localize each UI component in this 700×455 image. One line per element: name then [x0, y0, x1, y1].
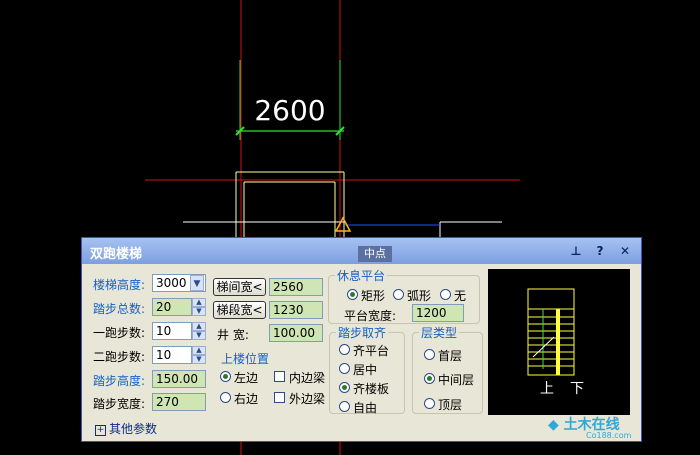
align-slab-radio[interactable]: [339, 382, 350, 393]
preview-landing: [527, 288, 575, 310]
rect-radio[interactable]: [347, 289, 358, 300]
pin-icon[interactable]: ⊥: [568, 243, 584, 259]
total-steps-label: 踏步总数:: [93, 302, 146, 316]
floor-first-label: 首层: [438, 349, 463, 363]
preview-up-label: 上: [540, 381, 554, 397]
landing-width-label: 平台宽度:: [344, 309, 397, 323]
second-run-steps-label: 二跑步数:: [93, 350, 146, 364]
flight-width-input[interactable]: 1230: [269, 301, 323, 319]
spin-up-icon[interactable]: ▲: [192, 298, 206, 307]
well-width-input[interactable]: 100.00: [269, 324, 323, 342]
floor-middle-label: 中间层: [438, 373, 475, 387]
flight-width-button[interactable]: 梯段宽<: [213, 301, 266, 319]
preview-outline: [527, 288, 575, 376]
other-params-label: 其他参数: [109, 422, 158, 436]
well-width-label: 井 宽:: [217, 328, 249, 342]
step-align-title: 踏步取齐: [336, 324, 389, 341]
spin-down-icon[interactable]: ▼: [192, 355, 206, 364]
rect-label: 矩形: [361, 289, 386, 303]
floor-type-title: 层类型: [419, 324, 460, 341]
stair-height-label: 楼梯高度:: [93, 278, 146, 292]
align-center-radio[interactable]: [339, 363, 350, 374]
arc-radio[interactable]: [393, 289, 404, 300]
floor-middle-radio[interactable]: [424, 373, 435, 384]
none-radio[interactable]: [440, 289, 451, 300]
spin-up-icon[interactable]: ▲: [192, 346, 206, 355]
spin-down-icon[interactable]: ▼: [192, 331, 206, 340]
spin-down-icon[interactable]: ▼: [192, 307, 206, 316]
outer-beam-checkbox[interactable]: [274, 392, 285, 403]
inner-beam-checkbox[interactable]: [274, 371, 285, 382]
align-center-label: 居中: [353, 363, 378, 377]
other-params-toggle[interactable]: + 其他参数: [95, 420, 157, 437]
dimension-text: 2600: [254, 94, 325, 127]
right-label: 右边: [234, 392, 259, 406]
left-label: 左边: [234, 371, 259, 385]
align-free-radio[interactable]: [339, 401, 350, 412]
preview-treads: [528, 316, 574, 367]
align-free-label: 自由: [353, 401, 378, 415]
double-run-stair-dialog: 双跑楼梯 ⊥ ? ✕ 楼梯高度: 3000 ▼ 踏步总数: 20 ▲ ▼ 一跑步…: [81, 237, 642, 442]
close-icon[interactable]: ✕: [617, 243, 633, 259]
step-height-label: 踏步高度:: [93, 374, 146, 388]
second-run-steps-input[interactable]: 10: [152, 346, 192, 364]
expand-icon: +: [95, 425, 106, 436]
stair-width-input[interactable]: 2560: [269, 278, 323, 296]
watermark-sub: Co188.com: [586, 431, 632, 440]
help-button[interactable]: ?: [592, 243, 608, 259]
dialog-title: 双跑楼梯: [90, 247, 143, 262]
floor-top-label: 顶层: [438, 398, 463, 412]
snap-tooltip: 中点: [358, 246, 392, 262]
align-platform-radio[interactable]: [339, 344, 350, 355]
outer-beam-label: 外边梁: [289, 392, 326, 406]
watermark-icon: ◆: [548, 417, 559, 433]
floor-top-radio[interactable]: [424, 398, 435, 409]
landing-width-input[interactable]: 1200: [412, 304, 464, 322]
inner-beam-label: 内边梁: [289, 371, 326, 385]
stair-width-button[interactable]: 梯间宽<: [213, 278, 266, 296]
landing-title: 休息平台: [335, 267, 388, 284]
align-platform-label: 齐平台: [353, 344, 390, 358]
arc-label: 弧形: [407, 289, 432, 303]
first-run-steps-input[interactable]: 10: [152, 322, 192, 340]
step-width-label: 踏步宽度:: [93, 397, 146, 411]
upstairs-position-title: 上楼位置: [219, 350, 272, 367]
first-run-steps-label: 一跑步数:: [93, 326, 146, 340]
preview-down-label: 下: [570, 381, 584, 397]
none-label: 无: [454, 289, 467, 303]
floor-first-radio[interactable]: [424, 349, 435, 360]
preview-well: [556, 309, 560, 375]
total-steps-input[interactable]: 20: [152, 298, 192, 316]
stair-preview: 上 下: [488, 269, 630, 415]
align-slab-label: 齐楼板: [353, 382, 390, 396]
right-radio[interactable]: [220, 392, 231, 403]
chevron-down-icon[interactable]: ▼: [190, 275, 204, 291]
step-height-input[interactable]: 150.00: [152, 370, 206, 388]
step-width-input[interactable]: 270: [152, 393, 206, 411]
spin-up-icon[interactable]: ▲: [192, 322, 206, 331]
left-radio[interactable]: [220, 371, 231, 382]
